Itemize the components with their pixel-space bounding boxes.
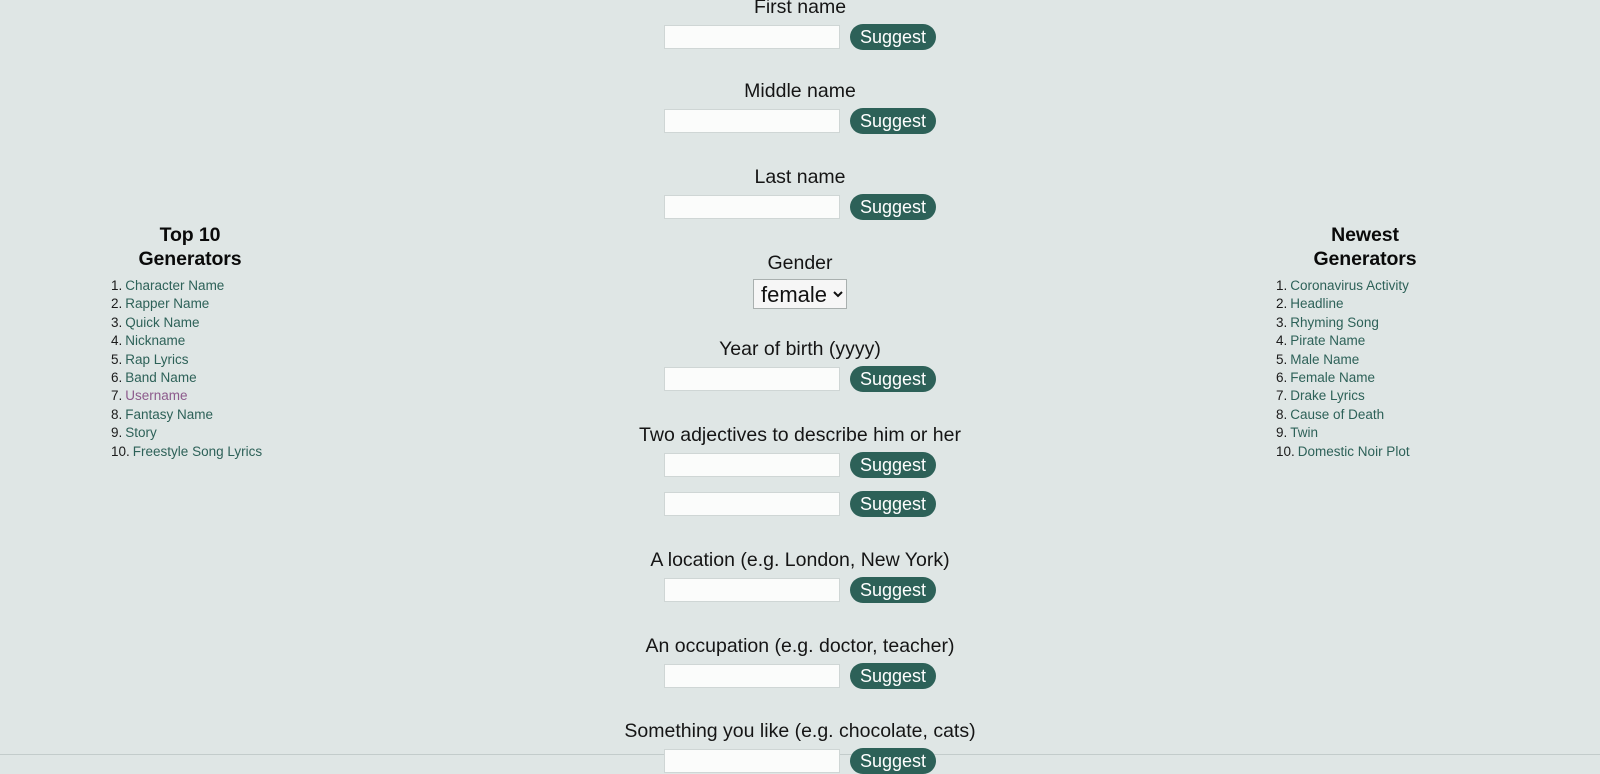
input-row-middle-name: Suggest [0, 108, 1600, 134]
field-last-name: Last name Suggest [0, 166, 1600, 220]
sidebar-left-title-line1: Top 10 [159, 224, 221, 246]
location-input[interactable] [663, 578, 840, 602]
label-first-name: First name [753, 0, 847, 18]
label-year-of-birth: Year of birth (yyyy) [719, 338, 881, 360]
gender-select[interactable]: female male [753, 279, 847, 309]
year-of-birth-input[interactable] [663, 367, 840, 391]
suggest-button-something-you-like[interactable]: Suggest [849, 748, 937, 774]
sidebar-link-cause-of-death[interactable]: Cause of Death [1290, 406, 1384, 424]
field-occupation: An occupation (e.g. doctor, teacher) Sug… [0, 635, 1600, 689]
list-item: Fantasy Name [75, 406, 305, 424]
suggest-button-occupation[interactable]: Suggest [849, 663, 937, 689]
input-row-last-name: Suggest [0, 194, 1600, 220]
list-item: Quick Name [75, 314, 305, 332]
list-item-number [111, 314, 122, 332]
list-item-number [111, 406, 122, 424]
label-occupation: An occupation (e.g. doctor, teacher) [645, 635, 955, 657]
field-something-you-like: Something you like (e.g. chocolate, cats… [0, 720, 1600, 774]
label-location: A location (e.g. London, New York) [650, 549, 950, 571]
input-row-adjective-1: Suggest [0, 452, 1600, 478]
field-gender: Gender female male [0, 252, 1600, 309]
suggest-button-location[interactable]: Suggest [849, 577, 937, 603]
field-year-of-birth: Year of birth (yyyy) Suggest [0, 338, 1600, 392]
suggest-button-year-of-birth[interactable]: Suggest [849, 366, 937, 392]
label-gender: Gender [767, 252, 833, 274]
suggest-button-middle-name[interactable]: Suggest [849, 108, 937, 134]
label-something-you-like: Something you like (e.g. chocolate, cats… [624, 720, 976, 742]
middle-name-input[interactable] [663, 109, 840, 133]
field-adjectives: Two adjectives to describe him or her Su… [0, 424, 1600, 517]
sidebar-right-title-line1: Newest [1331, 224, 1399, 246]
first-name-input[interactable] [663, 25, 840, 49]
input-row-year-of-birth: Suggest [0, 366, 1600, 392]
input-row-location: Suggest [0, 577, 1600, 603]
page-root: Top 10 Generators Character Name Rapper … [0, 0, 1600, 774]
label-adjectives: Two adjectives to describe him or her [639, 424, 961, 446]
sidebar-link-quick-name[interactable]: Quick Name [125, 314, 199, 332]
adjective-1-input[interactable] [663, 453, 840, 477]
sidebar-link-fantasy-name[interactable]: Fantasy Name [125, 406, 213, 424]
adjective-2-input[interactable] [663, 492, 840, 516]
field-first-name: First name Suggest [0, 0, 1600, 50]
suggest-button-first-name[interactable]: Suggest [849, 24, 937, 50]
sidebar-link-rhyming-song[interactable]: Rhyming Song [1290, 314, 1379, 332]
label-last-name: Last name [754, 166, 846, 188]
input-row-adjective-2: Suggest [0, 491, 1600, 517]
list-item-number [1276, 406, 1287, 424]
last-name-input[interactable] [663, 195, 840, 219]
input-row-first-name: Suggest [0, 24, 1600, 50]
field-location: A location (e.g. London, New York) Sugge… [0, 549, 1600, 603]
list-item-number [1276, 314, 1287, 332]
occupation-input[interactable] [663, 664, 840, 688]
field-middle-name: Middle name Suggest [0, 80, 1600, 134]
suggest-button-adjective-1[interactable]: Suggest [849, 452, 937, 478]
input-row-something-you-like: Suggest [0, 748, 1600, 774]
label-middle-name: Middle name [744, 80, 856, 102]
suggest-button-adjective-2[interactable]: Suggest [849, 491, 937, 517]
suggest-button-last-name[interactable]: Suggest [849, 194, 937, 220]
something-you-like-input[interactable] [663, 749, 840, 773]
list-item: Rhyming Song [1250, 314, 1480, 332]
list-item: Cause of Death [1250, 406, 1480, 424]
select-row-gender: female male [0, 279, 1600, 309]
input-row-occupation: Suggest [0, 663, 1600, 689]
